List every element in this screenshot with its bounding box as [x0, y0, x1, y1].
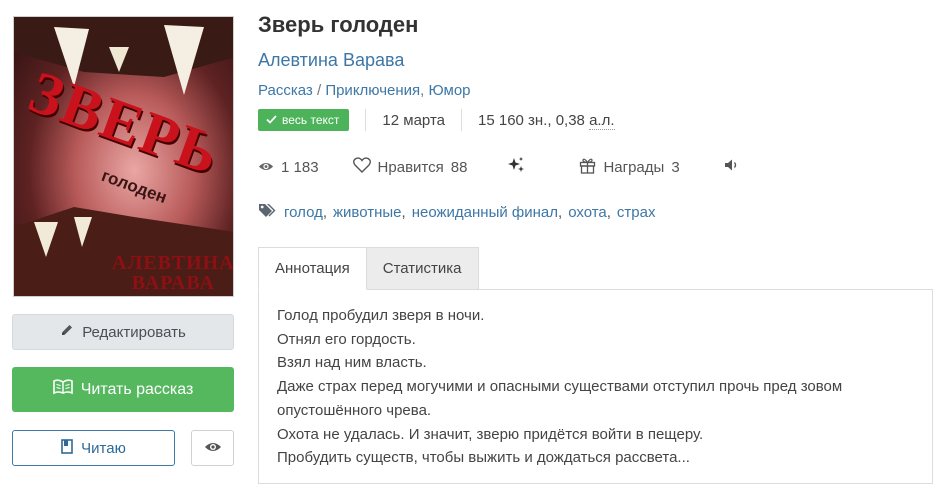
author-sheets-unit[interactable]: а.л. [589, 111, 615, 130]
check-icon [266, 113, 277, 127]
status-badge-label: весь текст [282, 113, 340, 127]
awards-label: Награды [603, 158, 665, 176]
gift-icon [579, 157, 596, 178]
views-count: 1 183 [281, 158, 319, 176]
read-story-button[interactable]: Читать рассказ [12, 367, 234, 412]
book-title: Зверь голоден [258, 12, 419, 37]
annotation-line: Пробудить существ, чтобы выжить и дождат… [277, 449, 690, 467]
tag-link[interactable]: голод [284, 204, 323, 221]
annotation-panel: Голод пробудил зверя в ночи. Отнял его г… [258, 289, 933, 484]
divider [461, 109, 462, 131]
status-badge: весь текст [258, 109, 350, 131]
genre-link[interactable]: Рассказ [258, 82, 313, 99]
book-cover[interactable]: ЗВЕРЬ голоден АЛЕВТИНА ВАРАВА [13, 16, 234, 297]
awards-button[interactable]: Награды 3 [579, 157, 680, 178]
pencil-icon [60, 323, 74, 341]
annotation-line: Голод пробудил зверя в ночи. [277, 307, 485, 324]
sparkles-button[interactable] [507, 156, 525, 178]
text-size: 15 160 зн., 0,38 а.л. [478, 111, 615, 130]
cover-author-line1: АЛЕВТИНА [112, 252, 234, 274]
publish-date: 12 марта [382, 111, 445, 129]
tag-link[interactable]: неожиданный финал [412, 204, 558, 221]
tab-annotation[interactable]: Аннотация [258, 247, 367, 290]
sparkles-icon [507, 156, 525, 178]
tags-list: голод, животные, неожиданный финал, охот… [258, 202, 655, 222]
speaker-icon [724, 158, 740, 176]
views-stat: 1 183 [258, 159, 319, 176]
cover-author-line2: ВАРАВА [131, 272, 215, 294]
book-open-icon [52, 379, 73, 400]
edit-button-label: Редактировать [82, 323, 186, 341]
tag-icon [258, 202, 278, 222]
annotation-line: Охота не удалась. И значит, зверю придёт… [277, 425, 704, 443]
genre-link[interactable]: Юмор [429, 82, 471, 99]
tab-statistics[interactable]: Статистика [366, 247, 479, 290]
reading-button-label: Читаю [81, 439, 126, 457]
genres-breadcrumb: Рассказ / Приключения, Юмор [258, 82, 471, 99]
tag-link[interactable]: страх [617, 204, 656, 221]
annotation-line: Отнял его гордость. [277, 330, 416, 348]
likes-count: 88 [450, 158, 468, 176]
cover-author: АЛЕВТИНА ВАРАВА [112, 252, 234, 294]
text-size-chars: 15 160 зн., 0,38 [478, 111, 585, 129]
book-meta: весь текст 12 марта 15 160 зн., 0,38 а.л… [258, 108, 615, 132]
eye-icon [204, 440, 222, 457]
annotation-line: Взял над ним власть. [277, 354, 427, 372]
reading-button[interactable]: Читаю [12, 430, 175, 466]
visibility-button[interactable] [191, 430, 234, 466]
listen-button[interactable] [724, 158, 740, 176]
bookmark-icon [61, 438, 73, 458]
tag-link[interactable]: охота [568, 204, 607, 221]
eye-icon [258, 159, 274, 176]
divider [365, 109, 367, 131]
edit-button[interactable]: Редактировать [12, 314, 234, 350]
genre-link[interactable]: Приключения [325, 82, 420, 99]
read-story-label: Читать рассказ [80, 380, 194, 398]
awards-count: 3 [671, 158, 680, 176]
likes-label: Нравится [377, 158, 444, 176]
stats-bar: 1 183 Нравится 88 Награды 3 [258, 155, 740, 179]
tab-bar: Аннотация Статистика [258, 247, 479, 290]
tag-link[interactable]: животные [333, 204, 402, 221]
heart-icon [352, 157, 371, 177]
annotation-line: Даже страх перед могучими и опасными сущ… [277, 378, 843, 396]
annotation-line: опустошённого чрева. [277, 401, 432, 419]
like-button[interactable]: Нравится 88 [352, 157, 468, 177]
author-link[interactable]: Алевтина Варава [258, 50, 404, 71]
